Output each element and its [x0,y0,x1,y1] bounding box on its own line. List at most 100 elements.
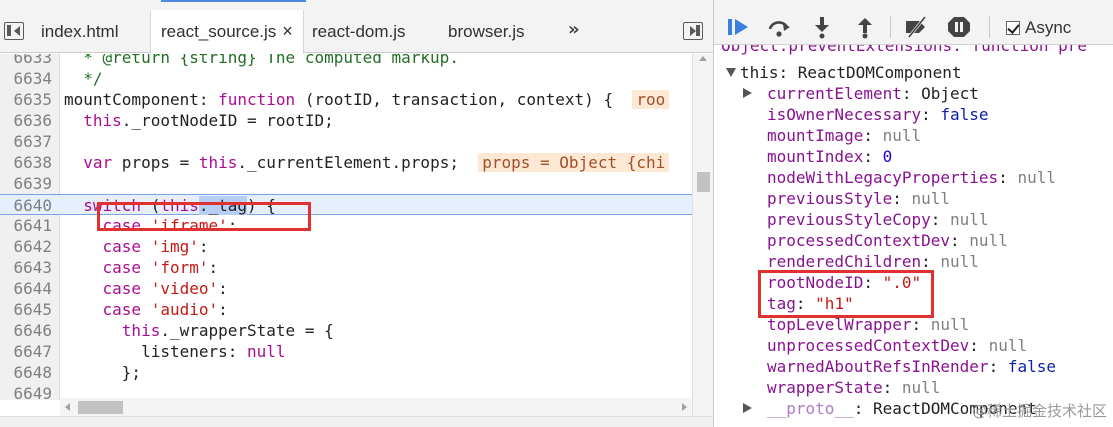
line-number[interactable]: 6644 [0,278,52,299]
line-number[interactable]: 6647 [0,341,52,362]
expand-right-icon[interactable] [743,403,752,413]
code-line[interactable]: 6633 * @return {string} The computed mar… [0,54,692,68]
code-line[interactable]: 6644 case 'video': [0,278,692,299]
vertical-scrollbar[interactable] [692,54,713,427]
property-row[interactable]: renderedChildren: null [767,251,979,272]
property-row[interactable]: wrapperState: null [767,377,940,398]
line-number[interactable]: 6645 [0,299,52,320]
property-name: currentElement [767,84,902,103]
line-number[interactable]: 6646 [0,320,52,341]
line-number[interactable]: 6639 [0,173,52,194]
property-name: __proto__ [767,399,854,418]
line-number[interactable]: 6648 [0,362,52,383]
code-line[interactable]: 6638 var props = this._currentElement.pr… [0,152,692,173]
tab-browser-js[interactable]: browser.js [448,10,525,53]
step-out-icon[interactable] [852,15,878,39]
line-number[interactable]: 6635 [0,89,52,110]
line-number[interactable]: 6633 [0,54,52,68]
line-number[interactable]: 6640 [0,195,52,216]
scope-variables-pane: Object.preventExtensions: function pre t… [714,45,1113,427]
property-name: previousStyle [767,189,893,208]
property-name: mountIndex [767,147,864,166]
code-text: */ [64,69,103,88]
property-row[interactable]: previousStyle: null [767,188,950,209]
property-value: null [969,231,1008,250]
line-number[interactable]: 6637 [0,131,52,152]
code-line[interactable]: 6648 }; [0,362,692,383]
line-number[interactable]: 6642 [0,236,52,257]
property-row[interactable]: unprocessedContextDev: null [767,335,1027,356]
code-text: case 'audio': [102,300,228,319]
toggle-navigator-icon[interactable] [4,22,24,40]
code-text: case 'img': [102,237,209,256]
code-line[interactable]: 6647 listeners: null [0,341,692,362]
line-number[interactable]: 6649 [0,383,52,400]
code-text: case 'video': [102,279,228,298]
more-tabs-icon[interactable]: » [568,10,580,53]
code-text: listeners: null [64,342,286,361]
line-number[interactable]: 6641 [0,215,52,236]
property-value: null [988,336,1028,355]
async-checkbox[interactable]: Async [1006,16,1071,40]
pause-on-exceptions-icon[interactable] [946,15,972,39]
deactivate-breakpoints-icon[interactable] [903,15,929,39]
property-name: unprocessedContextDev [767,336,970,355]
property-name: previousStyleCopy [767,210,931,229]
this-scope-row[interactable]: this: ReactDOMComponent [726,62,962,83]
code-line[interactable]: 6642 case 'img': [0,236,692,257]
property-row[interactable]: warnedAboutRefsInRender: false [767,356,1056,377]
tab-index-html[interactable]: index.html [41,10,118,53]
partial-property-row: Object.preventExtensions: function pre [721,45,1088,55]
tab-react-dom-js[interactable]: react-dom.js [312,10,406,53]
property-row[interactable]: previousStyleCopy: null [767,209,989,230]
scroll-up-icon[interactable] [699,56,707,61]
resume-icon[interactable] [726,15,752,39]
code-text: case 'form': [102,258,219,277]
property-row[interactable]: nodeWithLegacyProperties: null [767,167,1056,188]
checkbox-checked-icon[interactable] [1006,21,1020,35]
expand-down-icon[interactable] [726,68,736,77]
step-into-icon[interactable] [809,15,835,39]
line-number[interactable]: 6638 [0,152,52,173]
property-name: wrapperState [767,378,883,397]
line-number[interactable]: 6634 [0,68,52,89]
property-name: isOwnerNecessary [767,105,922,124]
property-value: null [901,378,941,397]
property-name: nodeWithLegacyProperties [767,168,999,187]
horizontal-scrollbar[interactable] [60,398,692,416]
toggle-debugger-icon[interactable] [683,22,703,40]
code-text: mountComponent: function (rootID, transa… [64,89,670,110]
code-line[interactable]: 6635 mountComponent: function (rootID, tr… [0,89,692,110]
code-line[interactable]: 6646 this._wrapperState = { [0,320,692,341]
property-value: null [911,189,951,208]
annotation-box-rootnodeid-tag [758,270,934,318]
editor-tab-bar: index.html react_source.js × react-dom.js… [0,0,713,54]
scroll-right-icon[interactable] [682,403,687,411]
property-value: null [930,315,970,334]
code-line[interactable]: 6639 [0,173,692,194]
property-name: warnedAboutRefsInRender [767,357,989,376]
code-line[interactable]: 6645 case 'audio': [0,299,692,320]
property-row[interactable]: mountIndex: 0 [767,146,892,167]
scrollbar-thumb[interactable] [697,172,710,192]
code-line[interactable]: 6637 [0,131,692,152]
property-row[interactable]: processedContextDev: null [767,230,1008,251]
code-line[interactable]: 6634 */ [0,68,692,89]
property-row[interactable]: isOwnerNecessary: false [767,104,989,125]
close-tab-icon[interactable]: × [282,10,293,53]
property-row[interactable]: mountImage: null [767,125,921,146]
code-text: this._rootNodeID = rootID; [83,111,334,130]
expand-right-icon[interactable] [743,88,752,98]
code-line[interactable]: 6636 this._rootNodeID = rootID; [0,110,692,131]
property-value: false [940,105,989,124]
line-number[interactable]: 6636 [0,110,52,131]
scrollbar-thumb[interactable] [78,401,123,414]
code-line[interactable]: 6643 case 'form': [0,257,692,278]
tab-react-source-js[interactable]: react_source.js × [150,10,304,54]
property-row[interactable]: currentElement: Object [767,83,979,104]
step-over-icon[interactable] [766,15,792,39]
line-number[interactable]: 6643 [0,257,52,278]
property-name: mountImage [767,126,864,145]
sources-panel: index.html react_source.js × react-dom.js… [0,0,713,427]
scroll-left-icon[interactable] [65,403,70,411]
